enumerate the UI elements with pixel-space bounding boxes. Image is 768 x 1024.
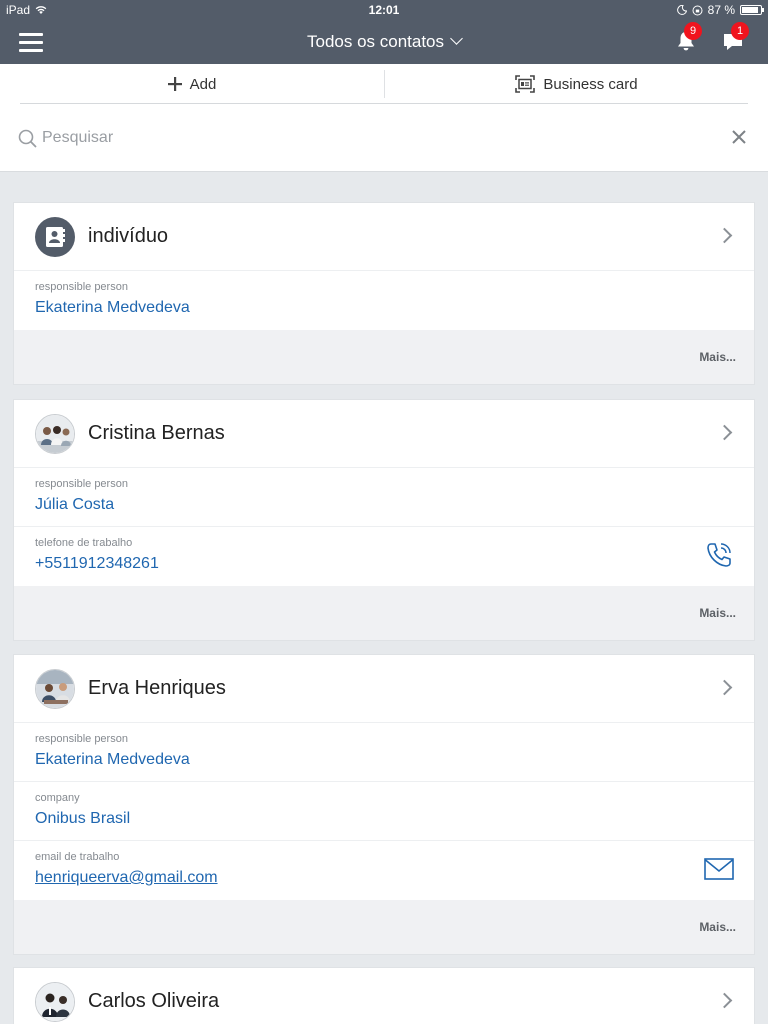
- responsible-person-link[interactable]: Júlia Costa: [35, 496, 114, 514]
- contact-card-header[interactable]: Carlos Oliveira: [14, 968, 754, 1024]
- avatar: [35, 669, 75, 709]
- field-label: responsible person: [35, 281, 128, 293]
- business-card-scan-icon: [515, 75, 536, 93]
- contact-book-icon: [46, 227, 65, 247]
- group-photo-icon: [36, 415, 74, 453]
- status-time: 12:01: [368, 3, 400, 17]
- contact-card-header[interactable]: Erva Henriques: [14, 655, 754, 723]
- business-card-button[interactable]: Business card: [385, 64, 768, 104]
- navigation-bar: Todos os contatos 9 1: [0, 20, 768, 64]
- messages-button[interactable]: 1: [722, 22, 749, 52]
- contact-name: Erva Henriques: [88, 677, 226, 699]
- top-header: iPad 12:01 87 % Todos os contatos 9 1: [0, 0, 768, 64]
- mail-icon[interactable]: [704, 854, 734, 884]
- contact-card-header[interactable]: Cristina Bernas: [14, 400, 754, 468]
- phone-icon[interactable]: [704, 540, 734, 570]
- search-bar: [0, 104, 768, 172]
- chevron-down-icon: [450, 32, 463, 45]
- search-icon: [18, 129, 37, 148]
- field-label: company: [35, 792, 80, 804]
- contact-name: indivíduo: [88, 225, 169, 247]
- contact-name: Carlos Oliveira: [88, 990, 220, 1012]
- card-footer: Mais...: [14, 330, 754, 384]
- chevron-right-icon: [716, 227, 733, 244]
- more-button[interactable]: Mais...: [699, 920, 736, 934]
- chevron-right-icon: [716, 992, 733, 1009]
- more-button[interactable]: Mais...: [699, 606, 736, 620]
- chevron-right-icon: [716, 424, 733, 441]
- close-icon[interactable]: [731, 129, 747, 145]
- contact-card-header[interactable]: indivíduo: [14, 203, 754, 271]
- more-button[interactable]: Mais...: [699, 350, 736, 364]
- field-label: email de trabalho: [35, 851, 120, 863]
- battery-icon: [740, 5, 764, 15]
- notifications-badge: 9: [684, 22, 702, 40]
- contacts-filter-dropdown[interactable]: Todos os contatos: [0, 32, 768, 52]
- page-title: Todos os contatos: [306, 32, 445, 51]
- responsible-person-link[interactable]: Ekaterina Medvedeva: [35, 751, 190, 769]
- company-field: company Onibus Brasil: [14, 782, 754, 841]
- contact-card: indivíduo responsible person Ekaterina M…: [13, 202, 755, 385]
- responsible-person-link[interactable]: Ekaterina Medvedeva: [35, 299, 190, 317]
- action-toolbar: Add Business card: [0, 64, 768, 104]
- work-phone-field: telefone de trabalho +5511912348261: [14, 527, 754, 586]
- contact-card: Cristina Bernas responsible person Júlia…: [13, 399, 755, 641]
- responsible-person-field: responsible person Júlia Costa: [14, 468, 754, 527]
- email-link[interactable]: henriqueerva@gmail.com: [35, 869, 218, 887]
- contact-card: Erva Henriques responsible person Ekater…: [13, 654, 755, 955]
- messages-badge: 1: [731, 22, 749, 40]
- phone-number-link[interactable]: +5511912348261: [35, 555, 159, 573]
- field-label: responsible person: [35, 478, 128, 490]
- moon-icon: [676, 5, 687, 15]
- card-footer: Mais...: [14, 586, 754, 640]
- avatar: [35, 414, 75, 454]
- battery-percent: 87 %: [707, 3, 735, 17]
- business-card-label: Business card: [543, 75, 638, 93]
- add-label: Add: [189, 75, 217, 93]
- company-link[interactable]: Onibus Brasil: [35, 810, 130, 828]
- field-label: responsible person: [35, 733, 128, 745]
- rotation-lock-icon: [692, 5, 703, 15]
- field-label: telefone de trabalho: [35, 537, 133, 549]
- responsible-person-field: responsible person Ekaterina Medvedeva: [14, 723, 754, 782]
- add-contact-button[interactable]: Add: [0, 64, 384, 104]
- group-photo-icon: [36, 983, 74, 1021]
- card-footer: Mais...: [14, 900, 754, 954]
- notifications-button[interactable]: 9: [675, 22, 702, 52]
- contact-name: Cristina Bernas: [88, 422, 225, 444]
- chevron-right-icon: [716, 679, 733, 696]
- status-bar: iPad 12:01 87 %: [0, 0, 768, 20]
- plus-icon: [167, 77, 182, 91]
- responsible-person-field: responsible person Ekaterina Medvedeva: [14, 271, 754, 330]
- search-input[interactable]: [42, 126, 702, 150]
- contact-card: Carlos Oliveira: [13, 967, 755, 1024]
- avatar: [35, 982, 75, 1022]
- group-photo-icon: [36, 670, 74, 708]
- avatar: [35, 217, 75, 257]
- work-email-field: email de trabalho henriqueerva@gmail.com: [14, 841, 754, 900]
